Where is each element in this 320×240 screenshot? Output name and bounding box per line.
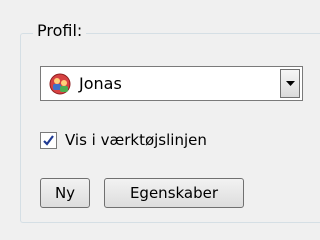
profile-avatar-icon bbox=[49, 73, 71, 95]
profile-dropdown[interactable]: Jonas bbox=[40, 66, 303, 101]
profile-group-title: Profil: bbox=[33, 20, 87, 42]
selected-profile-name: Jonas bbox=[79, 74, 122, 93]
show-in-toolbar-label: Vis i værktøjslinjen bbox=[65, 131, 207, 149]
show-in-toolbar-option[interactable]: Vis i værktøjslinjen bbox=[40, 130, 207, 150]
chevron-down-icon[interactable] bbox=[280, 69, 300, 98]
profile-properties-button[interactable]: Egenskaber bbox=[104, 178, 244, 208]
checkmark-icon bbox=[43, 134, 54, 146]
show-in-toolbar-checkbox[interactable] bbox=[40, 131, 57, 149]
new-profile-button[interactable]: Ny bbox=[40, 178, 90, 208]
